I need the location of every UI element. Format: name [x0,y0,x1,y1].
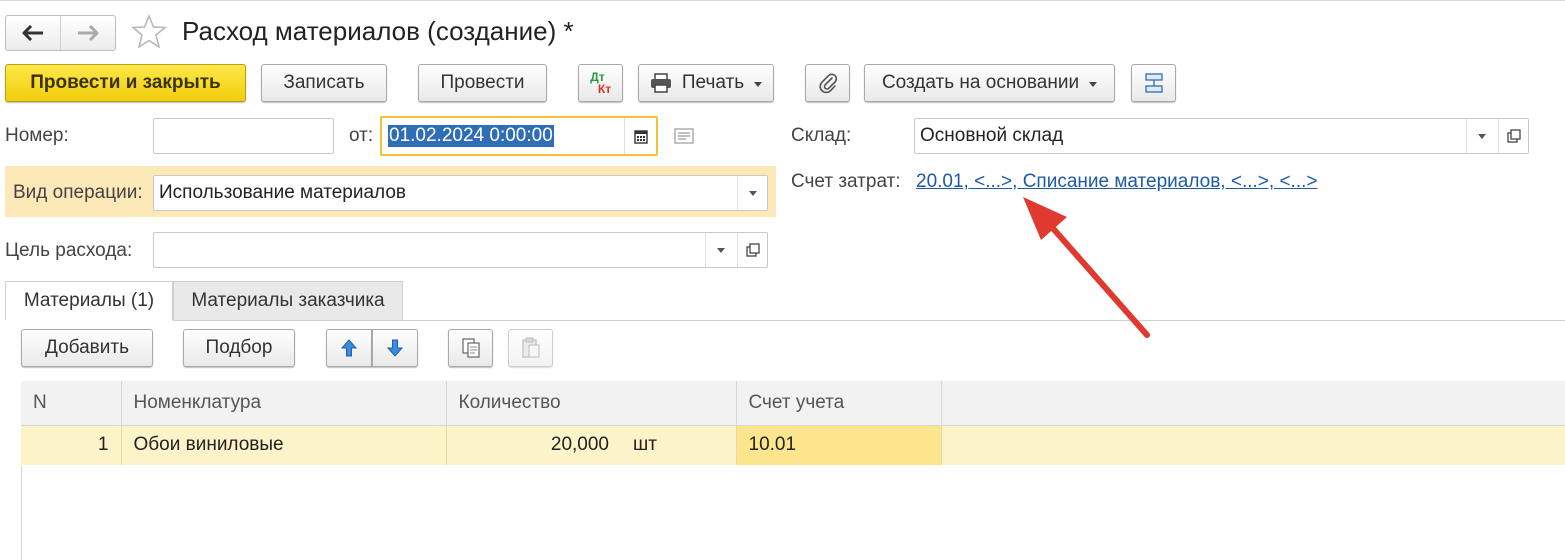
tab-customer-materials-label: Материалы заказчика [191,290,385,311]
move-down-button[interactable] [372,329,418,367]
add-label: Добавить [45,337,129,358]
operation-field[interactable]: Использование материалов [153,175,768,211]
column-header-empty [941,381,1565,426]
warehouse-label: Склад: [791,125,852,146]
paste-button[interactable] [508,329,553,367]
chevron-down-icon [1089,81,1098,87]
number-field[interactable] [153,118,334,154]
structure-icon [1144,73,1163,93]
save-label: Записать [283,72,365,93]
comment-icon[interactable] [674,128,694,144]
add-button[interactable]: Добавить [21,329,153,367]
warehouse-field[interactable]: Основной склад [914,118,1529,154]
materials-table: N Номенклатура Количество Счет учета 1 О… [21,381,1565,465]
pick-button[interactable]: Подбор [183,329,295,367]
print-label: Печать [681,72,745,93]
printer-icon [650,73,671,93]
tab-customer-materials[interactable]: Материалы заказчика [173,281,403,321]
tab-materials[interactable]: Материалы (1) [5,281,173,321]
open-form-icon [745,243,760,257]
purpose-dropdown-button[interactable] [705,233,735,267]
column-header-item[interactable]: Номенклатура [121,381,447,426]
post-button[interactable]: Провести [418,64,547,102]
arrow-down-icon [387,339,403,357]
back-button[interactable] [6,16,60,50]
chevron-down-icon [1477,133,1486,139]
number-label: Номер: [5,125,69,146]
cell-item[interactable]: Обои виниловые [121,425,447,465]
tab-materials-label: Материалы (1) [23,290,155,311]
page-title: Расход материалов (создание) * [182,16,574,46]
cell-account[interactable]: 10.01 [736,425,942,465]
table-header-row: N Номенклатура Количество Счет учета [21,381,1565,426]
purpose-open-button[interactable] [737,233,767,267]
cost-account-link[interactable]: 20.01, <...>, Списание материалов, <...>… [916,171,1317,193]
create-based-on-label: Создать на основании [881,72,1080,93]
cell-unit[interactable]: шт [621,425,737,465]
column-header-n[interactable]: N [21,381,122,426]
open-form-icon [1506,129,1521,143]
operation-dropdown-button[interactable] [737,176,767,210]
cell-empty [941,425,1565,465]
table-row[interactable]: 1 Обои виниловые 20,000 шт 10.01 [21,425,1565,465]
move-up-button[interactable] [326,329,372,367]
warehouse-open-button[interactable] [1498,119,1528,153]
table-left-border [21,466,22,560]
purpose-field[interactable] [153,232,768,268]
arrow-up-icon [341,339,357,357]
copy-icon [461,338,480,358]
cell-quantity[interactable]: 20,000 [446,425,621,465]
post-and-close-button[interactable]: Провести и закрыть [5,64,246,102]
window-top-border [0,0,1565,3]
cost-account-label: Счет затрат: [791,171,901,192]
warehouse-dropdown-button[interactable] [1466,119,1496,153]
save-button[interactable]: Записать [261,64,387,102]
copy-button[interactable] [448,329,493,367]
chevron-down-icon [754,81,763,87]
date-field[interactable]: 01.02.2024 0:00:00 [380,116,658,156]
kt-label: Кт [597,82,612,96]
structure-button[interactable] [1131,64,1176,102]
column-header-quantity[interactable]: Количество [446,381,737,426]
chevron-down-icon [748,190,757,196]
paste-icon [521,337,539,358]
attach-button[interactable] [805,64,850,102]
arrow-right-icon [78,25,99,41]
date-value: 01.02.2024 0:00:00 [388,125,554,147]
paperclip-icon [819,73,837,94]
create-based-on-button[interactable]: Создать на основании [864,64,1115,102]
operation-value: Использование материалов [159,182,407,203]
calendar-icon [633,129,648,144]
print-button[interactable]: Печать [638,64,774,102]
operation-label: Вид операции: [13,182,143,203]
column-header-account[interactable]: Счет учета [736,381,942,426]
dt-kt-button[interactable]: Дт Кт [578,64,623,102]
arrow-left-icon [22,25,43,41]
post-label: Провести [440,72,525,93]
forward-button[interactable] [60,16,115,50]
post-and-close-label: Провести и закрыть [30,72,221,93]
nav-buttons [5,15,116,51]
cell-n[interactable]: 1 [21,425,122,465]
annotation-arrow-icon [1023,197,1150,338]
warehouse-value: Основной склад [920,125,1064,146]
date-label: от: [349,125,374,146]
pick-label: Подбор [205,337,273,358]
purpose-label: Цель расхода: [5,240,133,261]
chevron-down-icon [716,247,725,253]
calendar-button[interactable] [624,118,656,154]
star-icon[interactable] [131,14,167,50]
